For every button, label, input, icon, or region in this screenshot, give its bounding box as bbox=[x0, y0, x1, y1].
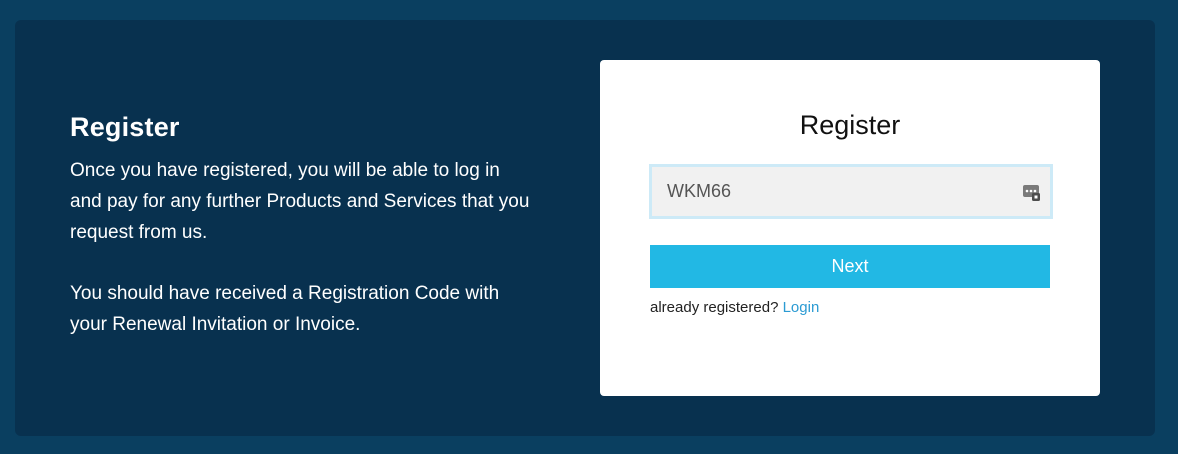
register-info: Register Once you have registered, you w… bbox=[70, 112, 530, 370]
register-panel: Register Once you have registered, you w… bbox=[15, 20, 1155, 436]
info-title: Register bbox=[70, 112, 180, 142]
registration-code-input[interactable] bbox=[652, 167, 1050, 216]
register-card: Register Next already registered? Login bbox=[600, 60, 1100, 396]
info-paragraph-1: Once you have registered, you will be ab… bbox=[70, 160, 530, 243]
already-registered-text: already registered? bbox=[650, 299, 779, 316]
password-manager-key-icon[interactable] bbox=[1022, 183, 1040, 201]
login-link[interactable]: Login bbox=[783, 299, 820, 316]
info-paragraph-2: You should have received a Registration … bbox=[70, 283, 500, 335]
already-registered-row: already registered? Login bbox=[650, 299, 819, 316]
registration-code-field bbox=[649, 164, 1053, 219]
card-title: Register bbox=[799, 110, 901, 140]
next-button[interactable]: Next bbox=[650, 245, 1050, 288]
